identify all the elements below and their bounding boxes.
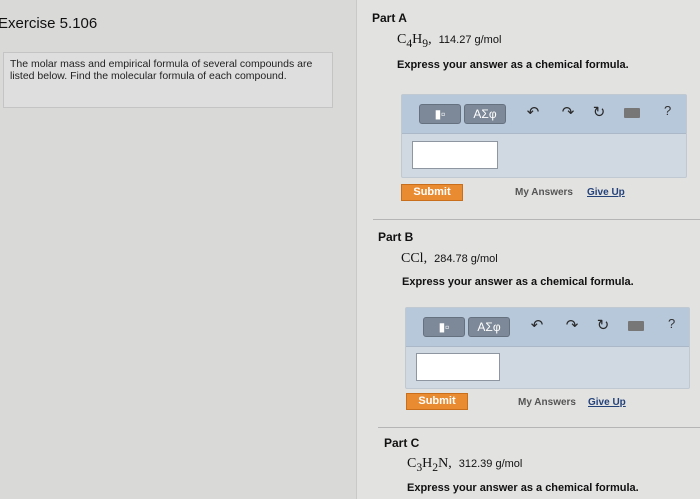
undo-icon[interactable]: ↶ xyxy=(528,316,546,336)
keyboard-icon[interactable] xyxy=(628,321,644,331)
part-b-submit-button[interactable]: Submit xyxy=(406,393,468,410)
help-button[interactable]: ? xyxy=(668,316,675,331)
template-button[interactable]: ▮▫ xyxy=(423,317,465,337)
template-icon: ▮▫ xyxy=(438,320,450,334)
keyboard-icon[interactable] xyxy=(624,108,640,118)
part-a-prompt: Express your answer as a chemical formul… xyxy=(397,59,629,71)
template-icon: ▮▫ xyxy=(434,107,446,121)
divider xyxy=(378,427,700,428)
part-c-prompt: Express your answer as a chemical formul… xyxy=(407,482,639,494)
part-a-toolbar: ▮▫ ΑΣφ ↶ ↷ ↻ ? xyxy=(402,95,686,134)
part-b-give-up[interactable]: Give Up xyxy=(588,397,626,408)
right-panel: Part A C4H9, 114.27 g/mol Express your a… xyxy=(357,0,700,499)
part-b-prompt: Express your answer as a chemical formul… xyxy=(402,276,634,288)
exercise-title: Exercise 5.106 xyxy=(0,15,98,32)
instructions-box: The molar mass and empirical formula of … xyxy=(3,52,333,108)
part-c-formula: C3H2N, 312.39 g/mol xyxy=(407,456,523,474)
undo-icon[interactable]: ↶ xyxy=(524,103,542,123)
part-c-label: Part C xyxy=(384,436,420,450)
redo-icon[interactable]: ↷ xyxy=(559,103,577,123)
part-a-my-answers[interactable]: My Answers xyxy=(515,187,573,198)
help-button[interactable]: ? xyxy=(664,103,671,118)
part-b-answer-area: ▮▫ ΑΣφ ↶ ↷ ↻ ? xyxy=(405,307,690,389)
part-b-my-answers[interactable]: My Answers xyxy=(518,397,576,408)
part-a-answer-area: ▮▫ ΑΣφ ↶ ↷ ↻ ? xyxy=(401,94,687,178)
template-button[interactable]: ▮▫ xyxy=(419,104,461,124)
part-b-label: Part B xyxy=(378,230,414,244)
reset-icon[interactable]: ↻ xyxy=(590,103,608,123)
greek-symbols-button[interactable]: ΑΣφ xyxy=(468,317,510,337)
divider xyxy=(373,219,700,220)
part-a-formula: C4H9, 114.27 g/mol xyxy=(397,32,502,50)
part-a-answer-input[interactable] xyxy=(412,141,498,169)
reset-icon[interactable]: ↻ xyxy=(594,316,612,336)
part-a-give-up[interactable]: Give Up xyxy=(587,187,625,198)
greek-symbols-button[interactable]: ΑΣφ xyxy=(464,104,506,124)
part-b-toolbar: ▮▫ ΑΣφ ↶ ↷ ↻ ? xyxy=(406,308,689,347)
part-b-answer-input[interactable] xyxy=(416,353,500,381)
left-panel: Exercise 5.106 The molar mass and empiri… xyxy=(0,0,357,499)
part-a-submit-button[interactable]: Submit xyxy=(401,184,463,201)
part-b-formula: CCl, 284.78 g/mol xyxy=(401,251,498,266)
redo-icon[interactable]: ↷ xyxy=(563,316,581,336)
part-a-label: Part A xyxy=(372,11,407,25)
